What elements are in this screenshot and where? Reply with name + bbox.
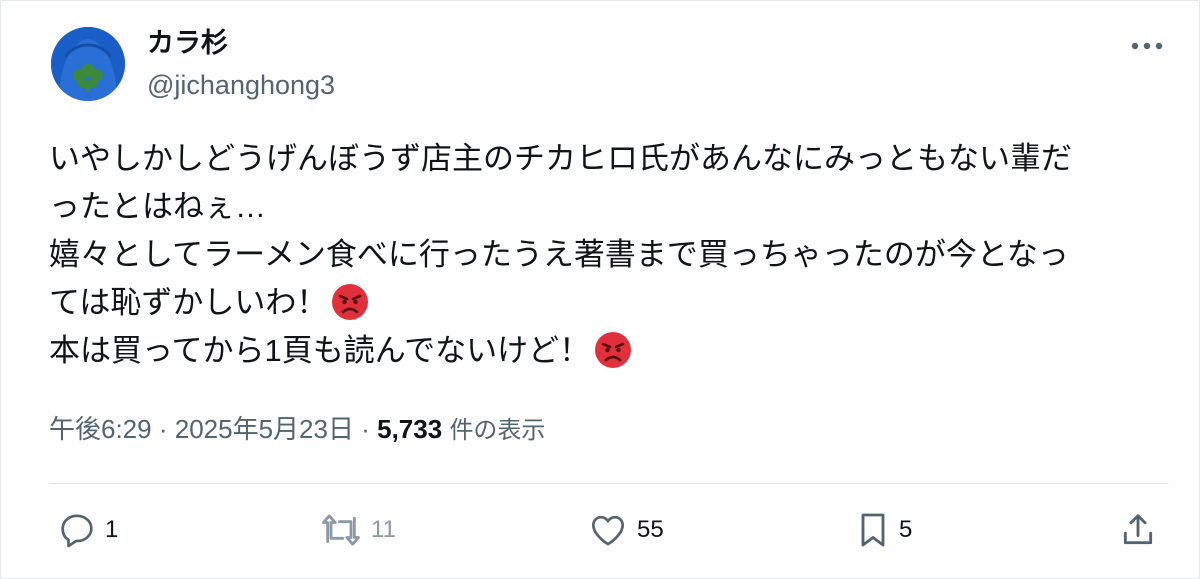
like-button[interactable]: 55 xyxy=(587,507,664,553)
heart-icon xyxy=(592,515,624,546)
reply-count: 1 xyxy=(105,516,119,543)
angry-face-icon xyxy=(332,284,369,320)
avatar-image xyxy=(51,27,125,101)
tweet-line: 本は買ってから1頁も読んでないけど！ xyxy=(49,333,591,368)
more-options-button[interactable] xyxy=(1127,31,1167,61)
retweet-count: 11 xyxy=(371,516,396,543)
avatar[interactable] xyxy=(51,27,125,101)
tweet-line-with-emoji: 本は買ってから1頁も読んでないけど！ xyxy=(49,327,1169,375)
share-icon xyxy=(1123,514,1153,545)
bookmark-button[interactable]: 5 xyxy=(855,507,912,553)
tweet-line: ったとはねぇ… xyxy=(49,189,266,224)
author-name[interactable]: カラ杉 xyxy=(147,25,228,61)
tweet-card: カラ杉 @jichanghong3 いやしかしどうげんぼうず店主のチカヒロ氏があ… xyxy=(0,0,1200,579)
tweet-line-with-emoji: ては恥ずかしいわ！ xyxy=(49,279,1169,327)
views-count: 5,733 xyxy=(377,414,443,444)
bookmark-icon xyxy=(861,513,885,547)
tweet-date[interactable]: 2025年5月23日 xyxy=(175,414,354,444)
retweet-button[interactable]: 11 xyxy=(319,507,396,553)
author-handle[interactable]: @jichanghong3 xyxy=(147,67,335,103)
tweet-time[interactable]: 午後6:29 xyxy=(49,414,152,444)
tweet-meta: 午後6:29 · 2025年5月23日 · 5,733 件の表示 xyxy=(49,411,545,449)
reply-icon xyxy=(61,514,93,548)
angry-face-icon xyxy=(595,332,632,368)
retweet-icon xyxy=(322,514,360,546)
meta-separator: · xyxy=(361,414,370,444)
tweet-line: 嬉々としてラーメン食べに行ったうえ著書まで買っちゃったのが今となっ xyxy=(49,237,1069,272)
more-dots-icon xyxy=(1131,42,1163,50)
share-button[interactable] xyxy=(1119,507,1157,553)
tweet-line: ては恥ずかしいわ！ xyxy=(49,285,328,320)
reply-button[interactable]: 1 xyxy=(57,507,118,553)
views-label: 件の表示 xyxy=(449,417,546,444)
bookmark-count: 5 xyxy=(899,516,913,543)
tweet-text: いやしかしどうげんぼうず店主のチカヒロ氏があんなにみっともない輩だ ったとはねぇ… xyxy=(49,135,1169,375)
like-count: 55 xyxy=(637,516,664,543)
meta-separator: · xyxy=(158,414,168,444)
tweet-line: いやしかしどうげんぼうず店主のチカヒロ氏があんなにみっともない輩だ xyxy=(49,141,1072,176)
divider xyxy=(49,483,1169,484)
